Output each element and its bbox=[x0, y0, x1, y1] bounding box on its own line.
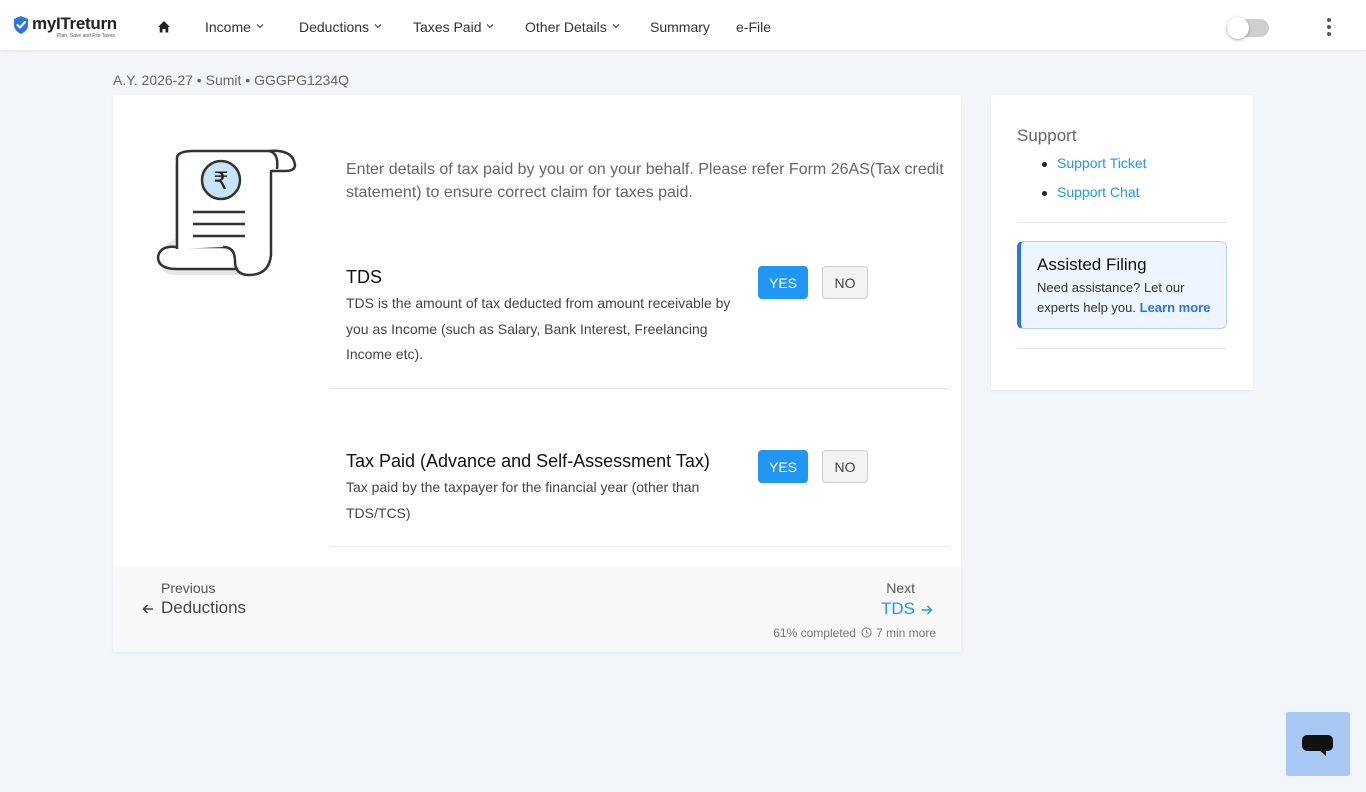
rupee-receipt-scroll-icon: ₹ bbox=[156, 149, 297, 277]
nav-summary[interactable]: Summary bbox=[650, 19, 710, 35]
previous-label: Previous bbox=[161, 580, 216, 596]
chat-bubble-tail bbox=[1318, 749, 1326, 756]
chevron-down-icon bbox=[487, 24, 494, 29]
top-navbar: myITreturn Plan, Save and File Taxes Inc… bbox=[0, 0, 1366, 50]
assisted-filing-box: Assisted Filing Need assistance? Let our… bbox=[1017, 241, 1227, 329]
brand-name: myITreturn bbox=[32, 14, 117, 33]
nav-efile[interactable]: e-File bbox=[736, 19, 771, 35]
section-divider bbox=[330, 546, 949, 547]
home-icon[interactable] bbox=[156, 19, 172, 35]
tds-no-button[interactable]: NO bbox=[822, 266, 868, 299]
arrow-right-icon[interactable] bbox=[921, 604, 933, 616]
support-title: Support bbox=[1017, 126, 1077, 145]
support-chat-link[interactable]: Support Chat bbox=[1017, 184, 1147, 213]
chat-widget-button[interactable] bbox=[1286, 712, 1350, 776]
tax-paid-yes-button[interactable]: YES bbox=[758, 450, 808, 483]
check-shield-icon bbox=[14, 16, 28, 34]
clock-icon bbox=[861, 627, 872, 638]
arrow-left-icon[interactable] bbox=[142, 603, 154, 615]
learn-more-link[interactable]: Learn more bbox=[1140, 300, 1211, 315]
nav-efile-label: e-File bbox=[736, 19, 772, 35]
assisted-filing-title: Assisted Filing bbox=[1037, 255, 1147, 274]
card-footer: Previous Deductions Next TDS 61% complet… bbox=[113, 567, 961, 652]
brand-tagline: Plan, Save and File Taxes bbox=[57, 33, 115, 39]
theme-toggle[interactable] bbox=[1227, 17, 1269, 39]
chevron-down-icon bbox=[612, 24, 620, 29]
nav-other-details[interactable]: Other Details bbox=[525, 19, 621, 35]
nav-income[interactable]: Income bbox=[205, 19, 265, 35]
previous-link[interactable]: Deductions bbox=[161, 598, 246, 618]
svg-text:₹: ₹ bbox=[213, 167, 228, 195]
nav-income-label: Income bbox=[205, 19, 251, 35]
tax-paid-no-button[interactable]: NO bbox=[822, 450, 868, 483]
sidebar-divider bbox=[1017, 348, 1227, 349]
support-ticket-link[interactable]: Support Ticket bbox=[1017, 155, 1147, 184]
support-links: Support Ticket Support Chat bbox=[1017, 155, 1147, 213]
next-label: Next bbox=[886, 580, 915, 596]
nav-summary-label: Summary bbox=[650, 19, 710, 35]
progress-text: 61% completed bbox=[773, 626, 856, 640]
more-vertical-icon[interactable] bbox=[1320, 18, 1338, 38]
chevron-down-icon bbox=[374, 24, 382, 29]
tax-paid-title: Tax Paid (Advance and Self-Assessment Ta… bbox=[346, 451, 710, 471]
tds-title: TDS bbox=[346, 267, 382, 287]
assisted-filing-text: Need assistance? Let our experts help yo… bbox=[1037, 278, 1223, 317]
support-sidebar: Support Support Ticket Support Chat Assi… bbox=[991, 95, 1253, 390]
intro-text: Enter details of tax paid by you or on y… bbox=[346, 161, 944, 201]
section-divider bbox=[330, 388, 949, 389]
taxes-paid-card: ₹ Enter details of tax paid by you or on… bbox=[113, 95, 961, 652]
time-remaining: 7 min more bbox=[875, 626, 936, 640]
chevron-down-icon bbox=[256, 24, 264, 29]
nav-taxes-paid-label: Taxes Paid bbox=[413, 19, 482, 35]
sidebar-divider bbox=[1017, 222, 1227, 223]
progress-status: 61% completed 7 min more bbox=[773, 626, 936, 640]
tax-paid-description: Tax paid by the taxpayer for the financi… bbox=[346, 479, 700, 521]
nav-deductions[interactable]: Deductions bbox=[299, 19, 383, 35]
tds-yes-button[interactable]: YES bbox=[758, 266, 808, 299]
next-link[interactable]: TDS bbox=[881, 599, 915, 619]
nav-taxes-paid[interactable]: Taxes Paid bbox=[413, 19, 495, 35]
toggle-knob bbox=[1227, 17, 1249, 39]
brand-logo[interactable]: myITreturn Plan, Save and File Taxes bbox=[11, 13, 123, 41]
nav-other-details-label: Other Details bbox=[525, 19, 607, 35]
nav-deductions-label: Deductions bbox=[299, 19, 370, 35]
breadcrumb: A.Y. 2026-27 • Sumit • GGGPG1234Q bbox=[113, 72, 349, 88]
tds-description: TDS is the amount of tax deducted from a… bbox=[346, 295, 731, 362]
